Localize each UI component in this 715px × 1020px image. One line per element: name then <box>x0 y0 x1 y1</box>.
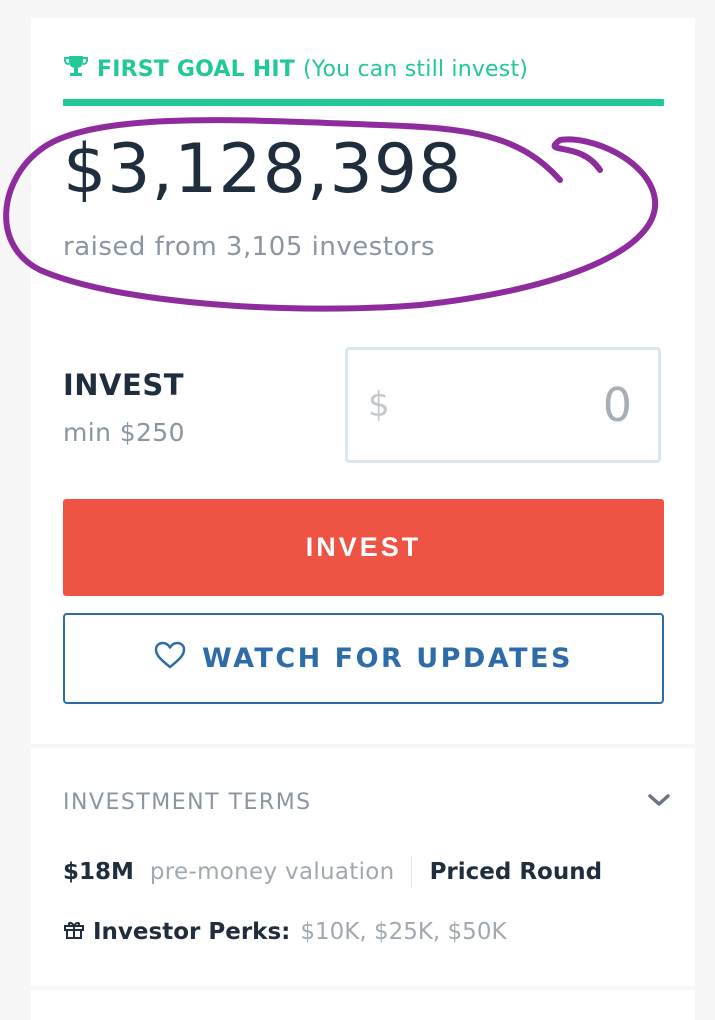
investment-amount-input[interactable]: $ 0 <box>345 347 661 463</box>
next-section-card <box>31 990 695 1020</box>
investment-terms-title: INVESTMENT TERMS <box>63 790 312 815</box>
raised-amount: $3,128,398 <box>63 130 463 209</box>
heart-icon <box>154 641 186 676</box>
invest-button[interactable]: INVEST <box>63 499 664 596</box>
gift-icon <box>63 918 85 946</box>
raised-caption: raised from 3,105 investors <box>63 232 436 262</box>
investment-card: FIRST GOAL HIT (You can still invest) $3… <box>3 18 695 744</box>
amount-value: 0 <box>602 378 632 432</box>
chevron-down-icon[interactable] <box>647 792 671 812</box>
valuation-label: pre-money valuation <box>149 859 395 885</box>
trophy-icon <box>63 54 89 84</box>
valuation-row: $18M pre-money valuation Priced Round <box>63 856 602 888</box>
terms-divider <box>410 856 412 888</box>
watch-for-updates-button[interactable]: WATCH FOR UPDATES <box>63 613 664 704</box>
currency-symbol: $ <box>368 385 390 425</box>
round-type: Priced Round <box>429 859 603 885</box>
valuation-amount: $18M <box>63 859 134 885</box>
investment-terms-card: INVESTMENT TERMS $18M pre-money valuatio… <box>31 748 695 986</box>
minimum-investment: min $250 <box>63 418 185 447</box>
watch-label: WATCH FOR UPDATES <box>202 643 573 674</box>
goal-status: FIRST GOAL HIT (You can still invest) <box>63 54 528 84</box>
investor-perks-row: Investor Perks: $10K, $25K, $50K <box>63 918 507 946</box>
perks-label: Investor Perks: <box>93 919 291 945</box>
invest-label: INVEST <box>63 368 184 402</box>
goal-progress-bar <box>63 99 664 106</box>
goal-title: FIRST GOAL HIT <box>97 56 295 82</box>
goal-subtitle: (You can still invest) <box>302 56 529 82</box>
perks-values: $10K, $25K, $50K <box>300 919 507 945</box>
